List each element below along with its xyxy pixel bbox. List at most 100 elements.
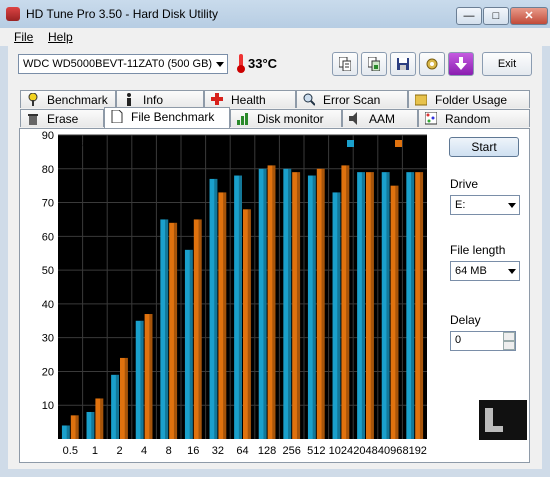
chevron-down-icon — [508, 203, 516, 208]
read-bar — [357, 172, 365, 439]
app-icon — [6, 7, 20, 21]
window-title: HD Tune Pro 3.50 - Hard Disk Utility — [26, 7, 219, 21]
tab-label: Disk monitor — [257, 112, 324, 126]
tab-content: 10 20 30 40 50 60 70 80 90 0.5 1 2 4 8 16 32 64 128 256 51… — [19, 128, 530, 463]
folder-icon — [415, 94, 427, 106]
tab-file-benchmark[interactable]: File Benchmark — [104, 107, 230, 128]
x-tick-label: 0.5 — [63, 445, 78, 457]
tab-disk-monitor[interactable]: Disk monitor — [230, 109, 342, 127]
tab-info[interactable]: Info — [116, 90, 204, 108]
tab-health[interactable]: Health — [204, 90, 296, 108]
file-icon — [111, 110, 123, 123]
write-bar — [95, 398, 104, 439]
drive-dropdown[interactable]: WDC WD5000BEVT-11ZAT0 (500 GB) — [18, 54, 228, 74]
trash-icon — [28, 114, 38, 125]
x-tick-label: 1 — [92, 445, 98, 457]
read-bar — [86, 411, 95, 439]
x-tick-label: 4 — [141, 445, 147, 457]
file-length-label: File length — [450, 243, 506, 257]
read-bar — [61, 425, 70, 439]
delay-spinner[interactable]: 0 — [450, 331, 516, 351]
x-tick-label: 64 — [236, 445, 248, 457]
read-bar — [234, 175, 242, 439]
menu-file[interactable]: File — [14, 30, 33, 44]
legend-swatch-read — [347, 140, 354, 147]
menu-help[interactable]: Help — [48, 30, 73, 44]
read-bar — [283, 168, 292, 439]
start-button[interactable]: Start — [449, 137, 519, 157]
read-bar — [111, 374, 119, 439]
read-bar — [332, 192, 341, 439]
drive-select-value: E: — [455, 199, 466, 211]
read-bar — [209, 178, 218, 439]
file-length-select[interactable]: 64 MB — [450, 261, 520, 281]
tab-erase[interactable]: Erase — [20, 109, 104, 127]
write-bar — [341, 165, 350, 439]
spin-up-button[interactable] — [503, 332, 515, 341]
down-arrow-icon — [455, 57, 467, 70]
x-tick-label: 1024 — [329, 445, 353, 457]
copy-text-button[interactable] — [332, 52, 358, 76]
tab-label: Error Scan — [323, 93, 381, 107]
close-button[interactable]: ✕ — [510, 7, 548, 25]
write-bar — [144, 314, 153, 439]
drive-dropdown-value: WDC WD5000BEVT-11ZAT0 (500 GB) — [23, 58, 213, 70]
info-icon — [127, 93, 131, 106]
save-button[interactable] — [390, 52, 416, 76]
y-tick-label: 80 — [42, 164, 54, 176]
read-bar — [381, 172, 390, 439]
maximize-button[interactable]: □ — [483, 7, 509, 25]
legend-label-read: read — [357, 139, 377, 150]
write-bar — [70, 415, 79, 439]
minimize-button[interactable]: — — [456, 7, 482, 25]
write-bar — [415, 172, 424, 439]
copy-screenshot-button[interactable] — [361, 52, 387, 76]
drive-select[interactable]: E: — [450, 195, 520, 215]
tab-random-access[interactable]: Random Access — [418, 109, 530, 140]
file-length-value: 64 MB — [455, 265, 487, 277]
read-bar — [258, 168, 267, 439]
x-tick-label: 2048 — [353, 445, 377, 457]
y-tick-label: 10 — [42, 400, 54, 412]
x-tick-label: 8192 — [402, 445, 426, 457]
tab-label: Health — [231, 93, 266, 107]
spin-down-button[interactable] — [503, 341, 515, 350]
title-bar: HD Tune Pro 3.50 - Hard Disk Utility — □… — [0, 0, 550, 28]
drive-label: Drive — [450, 177, 479, 191]
y-tick-label: 90 — [42, 131, 54, 142]
write-bar — [267, 165, 276, 439]
tab-benchmark[interactable]: Benchmark — [20, 90, 116, 108]
options-icon — [426, 58, 438, 70]
tab-folder-usage[interactable]: Folder Usage — [408, 90, 530, 108]
exit-button[interactable]: Exit — [482, 52, 532, 76]
benchmark-icon — [28, 93, 38, 106]
y-tick-label: 30 — [42, 333, 54, 345]
tab-label: Info — [143, 93, 164, 107]
down-arrow-button[interactable] — [448, 52, 474, 76]
write-bar — [120, 357, 128, 439]
write-bar — [243, 209, 251, 439]
tab-error-scan[interactable]: Error Scan — [296, 90, 408, 108]
write-bar — [218, 192, 227, 439]
legend-label-write: write — [404, 139, 427, 150]
x-tick-label: 32 — [212, 445, 224, 457]
x-tick-label: 512 — [307, 445, 325, 457]
y-tick-label: 50 — [42, 265, 54, 277]
write-bar — [390, 185, 399, 439]
write-bar — [316, 168, 325, 439]
x-tick-label: 8 — [166, 445, 172, 457]
tab-label: File Benchmark — [131, 110, 215, 124]
health-cross-icon — [211, 93, 223, 105]
y-tick-label: 70 — [42, 198, 54, 210]
random-access-icon — [425, 112, 437, 125]
save-icon — [397, 58, 409, 70]
write-bar — [169, 222, 178, 439]
y-axis-label: MB/sec — [60, 139, 93, 150]
tab-label: Folder Usage — [435, 93, 508, 107]
chevron-down-icon — [508, 269, 516, 274]
tab-aam[interactable]: AAM — [342, 109, 418, 127]
write-bar — [292, 172, 301, 439]
thermometer-icon — [237, 54, 245, 73]
options-button[interactable] — [419, 52, 445, 76]
copy-text-icon — [339, 57, 351, 71]
